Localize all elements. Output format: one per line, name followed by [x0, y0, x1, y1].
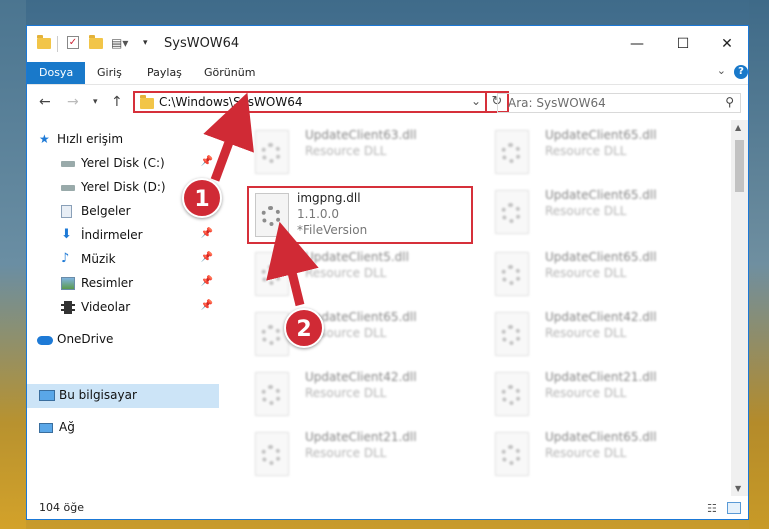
step-1-badge: 1 — [182, 178, 222, 218]
annotation-arrows — [203, 92, 319, 307]
arrow-to-file — [266, 221, 319, 307]
arrow-to-address-bar — [203, 92, 254, 182]
step-2-badge: 2 — [284, 308, 324, 348]
